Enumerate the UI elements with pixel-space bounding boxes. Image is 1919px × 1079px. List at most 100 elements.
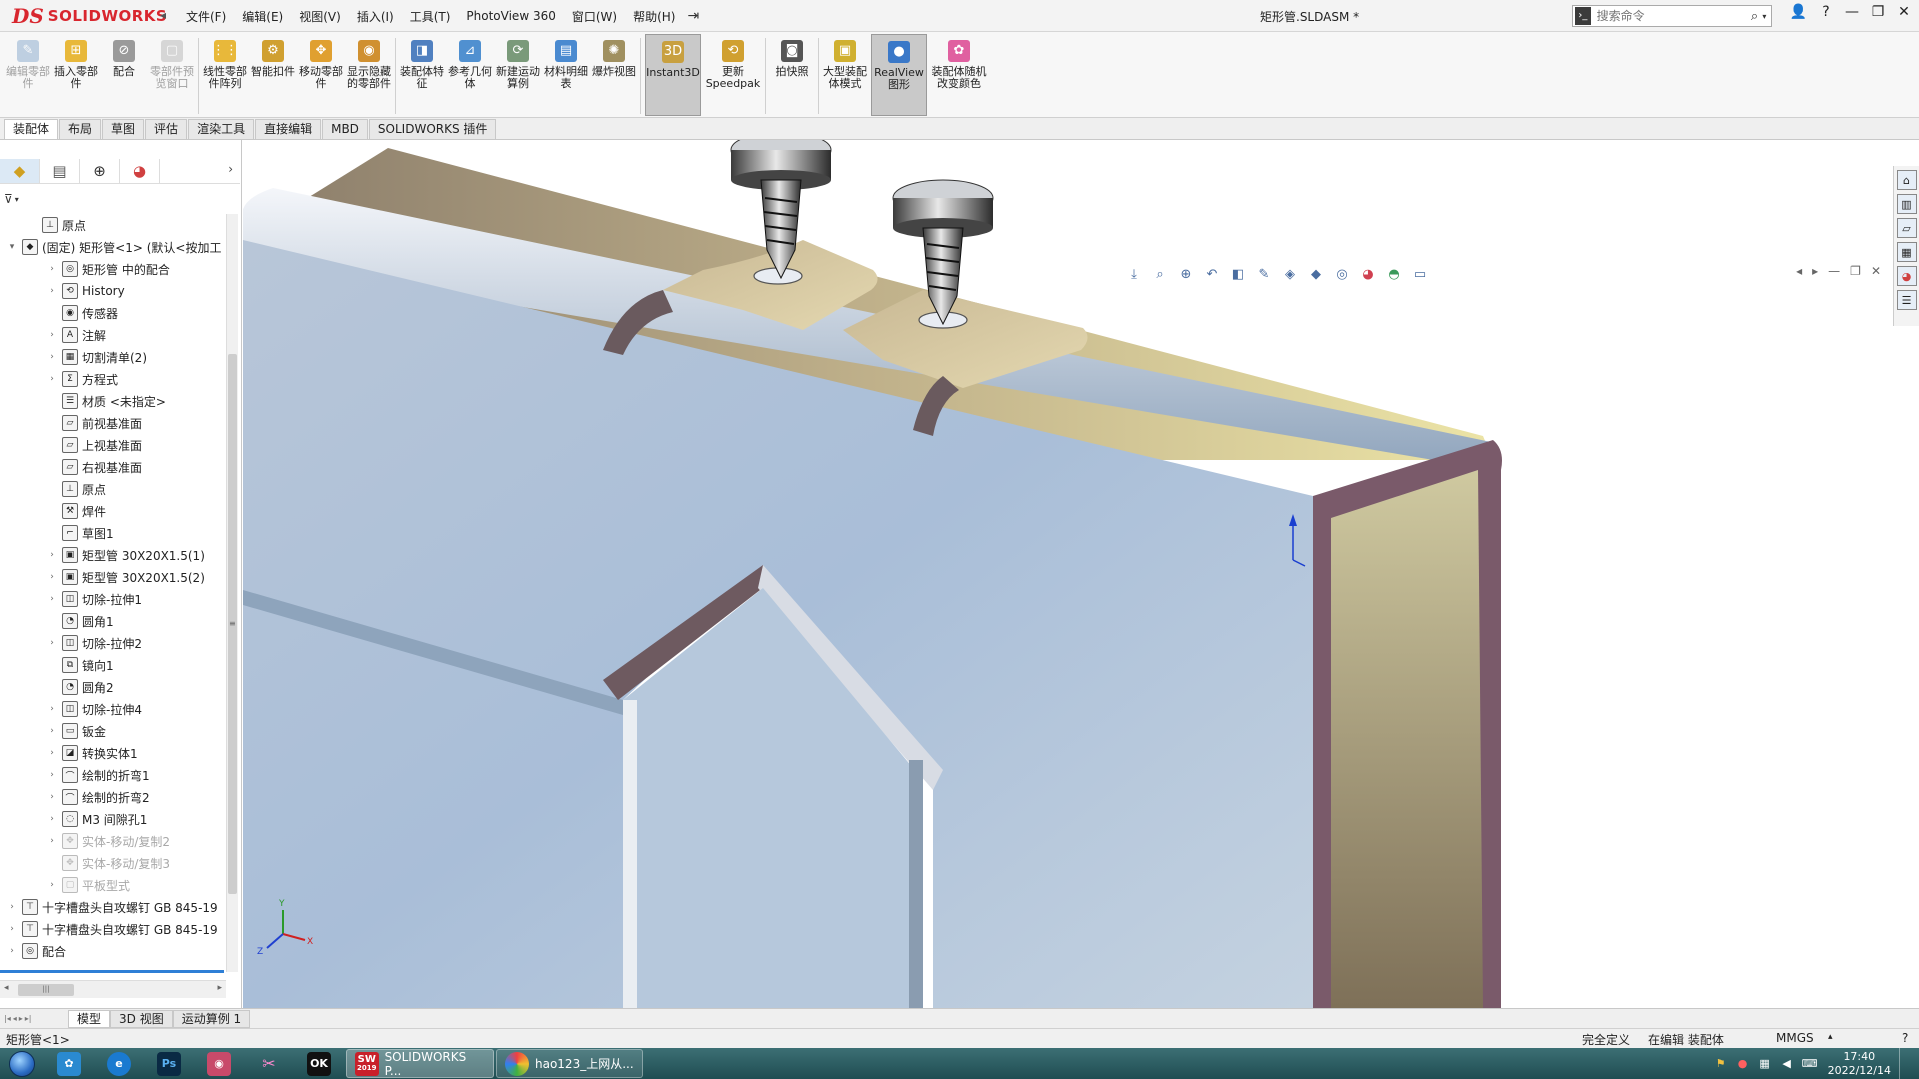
tray-clock[interactable]: 17:40 2022/12/14: [1828, 1050, 1891, 1078]
configuration-manager-tab[interactable]: ⊕: [80, 158, 120, 183]
ribbon-button-exploded-view[interactable]: ✺ 爆炸视图: [592, 34, 636, 116]
menu-file[interactable]: 文件(F): [178, 8, 234, 25]
hscroll-thumb[interactable]: |||: [18, 984, 74, 996]
expand-arrow-icon[interactable]: ›: [46, 792, 58, 802]
tree-item[interactable]: › ▢ 平板型式: [46, 874, 130, 896]
expand-arrow-icon[interactable]: ›: [6, 902, 18, 912]
tree-vertical-scrollbar[interactable]: ≡: [226, 214, 238, 972]
view-palette-icon[interactable]: ▦: [1896, 242, 1917, 262]
tree-item[interactable]: › ⊤ 十字槽盘头自攻螺钉 GB 845-19: [6, 896, 218, 918]
menu-tools[interactable]: 工具(T): [402, 8, 459, 25]
tree-item[interactable]: ☰ 材质 <未指定>: [46, 390, 166, 412]
tree-item[interactable]: › ◫ 切除-拉伸4: [46, 698, 142, 720]
ribbon-button-reference-geometry[interactable]: ⊿ 参考几何体: [448, 34, 492, 116]
tree-rollback-bar[interactable]: [0, 970, 224, 973]
section-view-icon[interactable]: ◧: [1227, 264, 1249, 284]
previous-view-icon[interactable]: ↶: [1201, 264, 1223, 284]
search-input[interactable]: [1590, 9, 1747, 23]
zoom-to-fit-icon[interactable]: ⌕: [1149, 264, 1171, 284]
tree-item[interactable]: ◉ 传感器: [46, 302, 118, 324]
filter-dropdown-icon[interactable]: ▾: [15, 195, 19, 204]
ribbon-button-linear-pattern[interactable]: ⋮⋮ 线性零部件阵列: [203, 34, 247, 116]
solidworks-logo[interactable]: DS SOLIDWORKS: [12, 4, 167, 28]
ribbon-button-insert-component[interactable]: ⊞ 插入零部件: [54, 34, 98, 116]
taskbar-pin-photos[interactable]: ✿: [44, 1048, 94, 1079]
taskbar-solidworks[interactable]: SW 2019 SOLIDWORKS P...: [346, 1049, 494, 1078]
zoom-to-area-icon[interactable]: ⊕: [1175, 264, 1197, 284]
tree-item[interactable]: › Σ 方程式: [46, 368, 118, 390]
solidworks-resources-icon[interactable]: ⌂: [1896, 170, 1917, 190]
tree-item[interactable]: ▾ ◆ (固定) 矩形管<1> (默认<按加工: [6, 236, 221, 258]
tree-item[interactable]: › ⊤ 十字槽盘头自攻螺钉 GB 845-19: [6, 918, 218, 940]
ribbon-button-bom[interactable]: ▤ 材料明细表: [544, 34, 588, 116]
file-explorer-icon[interactable]: ▱: [1896, 218, 1917, 238]
graphics-area[interactable]: Y X Z ⤓ ⌕ ⊕ ↶ ◧ ✎ ◈ ◆ ◎ ◕ ◓ ▭ ◂ ▸ — ❐ ✕: [243, 140, 1893, 1008]
user-icon[interactable]: 👤: [1790, 4, 1807, 20]
tree-item[interactable]: › ⌒ 绘制的折弯1: [46, 764, 150, 786]
tray-volume-icon[interactable]: ◀: [1780, 1057, 1794, 1071]
status-help-icon[interactable]: ?: [1902, 1031, 1908, 1045]
tree-item[interactable]: › ◎ 配合: [6, 940, 66, 962]
tree-item[interactable]: › ▣ 矩型管 30X20X1.5(2): [46, 566, 205, 588]
property-manager-tab[interactable]: ▤: [40, 158, 80, 183]
search-icon[interactable]: ⌕: [1747, 9, 1763, 24]
tab-model[interactable]: 模型: [68, 1009, 111, 1028]
menu-edit[interactable]: 编辑(E): [234, 8, 291, 25]
expand-arrow-icon[interactable]: ›: [46, 264, 58, 274]
tree-item[interactable]: ◔ 圆角2: [46, 676, 114, 698]
expand-arrow-icon[interactable]: ›: [46, 330, 58, 340]
display-manager-tab[interactable]: ◕: [120, 158, 160, 183]
tab-sketch[interactable]: 草图: [102, 119, 145, 139]
tree-item[interactable]: ✥ 实体-移动/复制3: [46, 852, 170, 874]
unit-system-toggle[interactable]: ▴: [1828, 1032, 1833, 1042]
tree-item[interactable]: › ✥ 实体-移动/复制2: [46, 830, 170, 852]
taskbar-pin-ok[interactable]: OK: [294, 1048, 344, 1079]
panel-expand-icon[interactable]: ›: [228, 162, 233, 176]
search-dropdown-icon[interactable]: ▾: [1762, 12, 1771, 21]
scroll-right-icon[interactable]: ▸: [217, 983, 222, 993]
tab-solidworks-addins[interactable]: SOLIDWORKS 插件: [368, 119, 497, 139]
ribbon-button-edit-component[interactable]: ✎ 编辑零部件: [6, 34, 50, 116]
tree-item[interactable]: › ◎ 矩形管 中的配合: [46, 258, 170, 280]
first-tab-icon[interactable]: |◂: [4, 1014, 11, 1023]
tree-item[interactable]: › ⌒ 绘制的折弯2: [46, 786, 150, 808]
tree-item[interactable]: ⚒ 焊件: [46, 500, 106, 522]
expand-arrow-icon[interactable]: ›: [6, 946, 18, 956]
view-orientation-arrow-icon[interactable]: ⤓: [1123, 264, 1145, 284]
tab-render-tools[interactable]: 渲染工具: [188, 119, 255, 139]
tree-item[interactable]: › ▦ 切割清单(2): [46, 346, 147, 368]
expand-arrow-icon[interactable]: ›: [46, 880, 58, 890]
menu-window[interactable]: 窗口(W): [564, 8, 625, 25]
scroll-left-icon[interactable]: ◂: [4, 983, 9, 993]
tree-horizontal-scrollbar[interactable]: ◂ ||| ▸: [0, 980, 226, 998]
tree-item[interactable]: › ⟲ History: [46, 280, 125, 302]
view-orientation-icon[interactable]: ◈: [1279, 264, 1301, 284]
ribbon-button-assembly-feature[interactable]: ◨ 装配体特征: [400, 34, 444, 116]
ribbon-button-speedpak[interactable]: ⟲ 更新Speedpak: [705, 34, 761, 116]
taskbar-pin-ie[interactable]: e: [94, 1048, 144, 1079]
tree-item[interactable]: ◔ 圆角1: [46, 610, 114, 632]
tree-item[interactable]: ⌐ 草图1: [46, 522, 114, 544]
tab-direct-editing[interactable]: 直接编辑: [255, 119, 322, 139]
menu-collapse-icon[interactable]: ◂: [160, 8, 172, 24]
viewport-expand-icon[interactable]: ◂: [1796, 264, 1802, 278]
hide-show-items-icon[interactable]: ◎: [1331, 264, 1353, 284]
taskbar-browser[interactable]: hao123_上网从...: [496, 1049, 643, 1078]
expand-arrow-icon[interactable]: ›: [46, 836, 58, 846]
tray-network-icon[interactable]: ▦: [1758, 1057, 1772, 1071]
tree-item[interactable]: ⊥ 原点: [46, 478, 106, 500]
tab-motion-study[interactable]: 运动算例 1: [172, 1009, 251, 1028]
viewport-close-icon[interactable]: ✕: [1871, 264, 1881, 278]
tree-item[interactable]: › ▭ 钣金: [46, 720, 106, 742]
expand-arrow-icon[interactable]: ›: [46, 748, 58, 758]
tab-evaluate[interactable]: 评估: [145, 119, 188, 139]
taskbar-pin-tool[interactable]: ✂: [244, 1048, 294, 1079]
tab-3d-view[interactable]: 3D 视图: [110, 1009, 173, 1028]
tree-item[interactable]: ⊥ 原点: [26, 214, 86, 236]
tree-item[interactable]: › ◪ 转换实体1: [46, 742, 138, 764]
menu-insert[interactable]: 插入(I): [349, 8, 402, 25]
viewport-minimize-icon[interactable]: —: [1828, 264, 1840, 278]
tray-app-icon[interactable]: ●: [1736, 1057, 1750, 1071]
view-settings-icon[interactable]: ▭: [1409, 264, 1431, 284]
expand-arrow-icon[interactable]: ›: [46, 638, 58, 648]
